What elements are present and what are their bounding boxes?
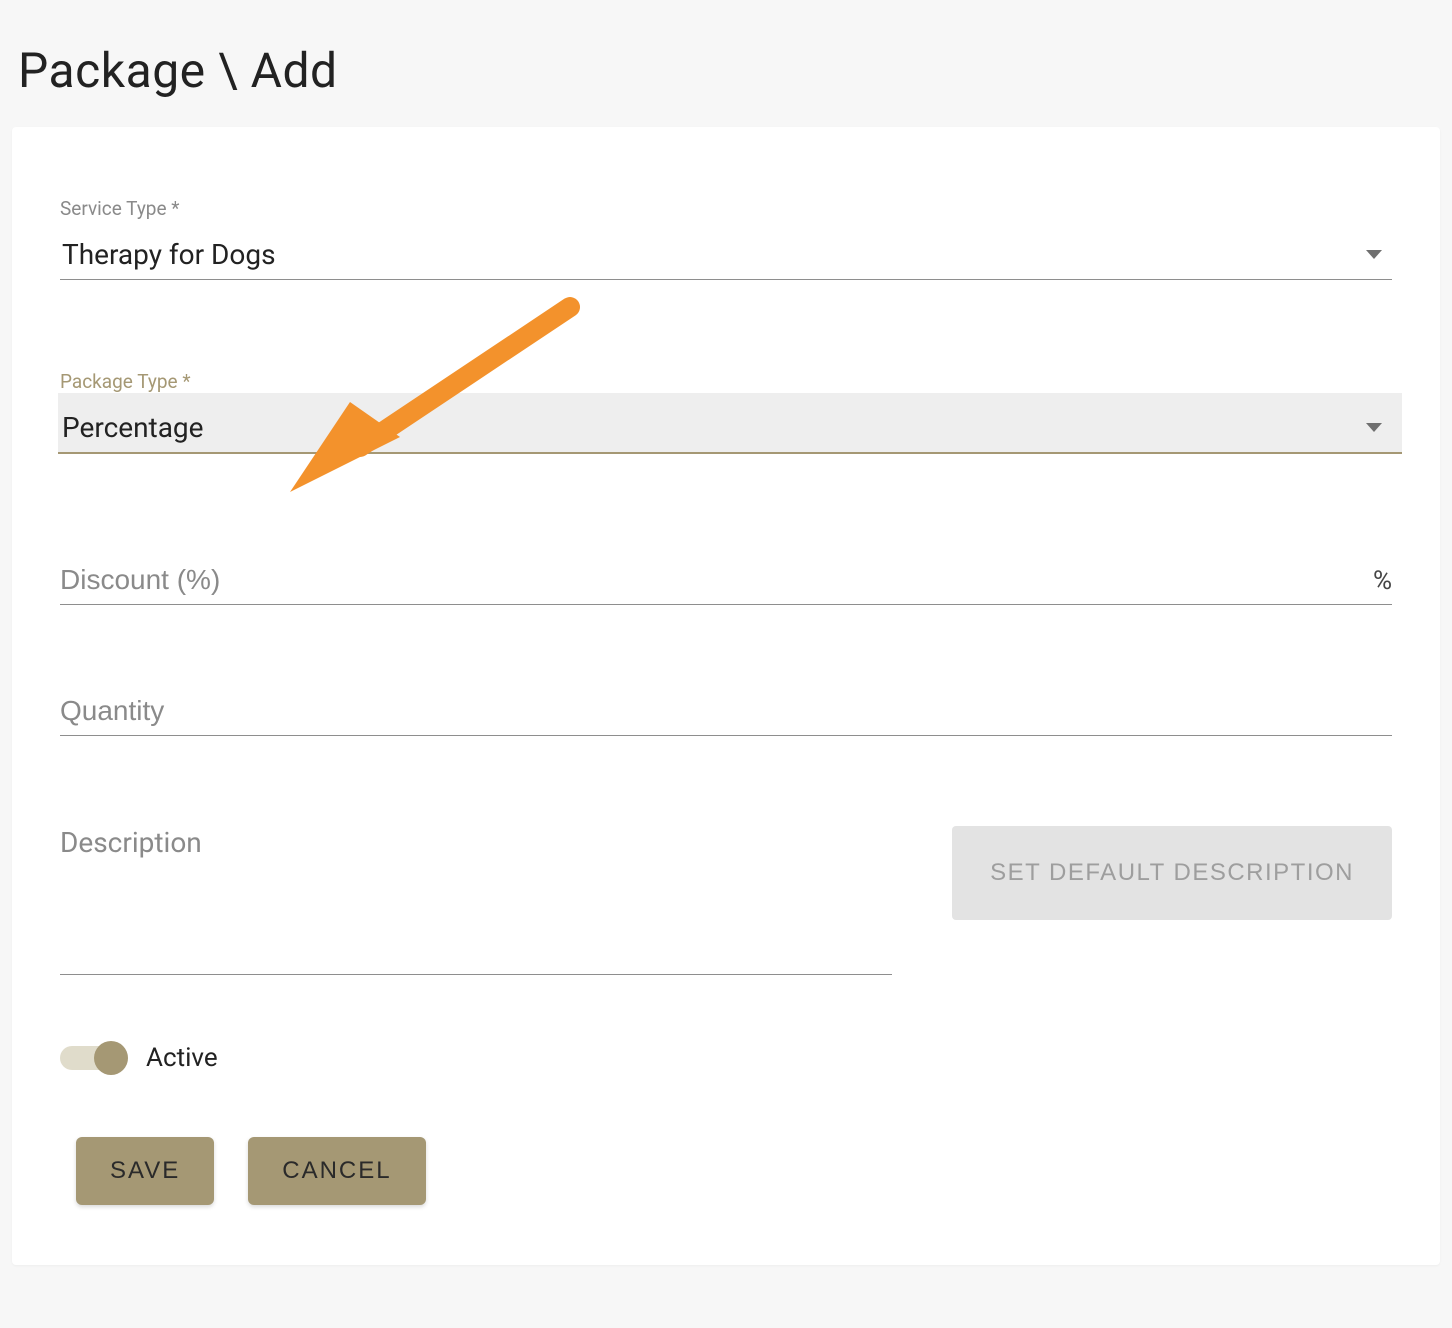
active-toggle[interactable] bbox=[60, 1046, 124, 1070]
discount-input[interactable] bbox=[60, 564, 1373, 596]
chevron-down-icon bbox=[1366, 423, 1382, 432]
service-type-label: Service Type * bbox=[60, 197, 1392, 220]
service-type-select[interactable]: Therapy for Dogs bbox=[60, 220, 1392, 280]
package-type-value: Percentage bbox=[60, 411, 204, 444]
toggle-knob-icon bbox=[94, 1041, 128, 1075]
chevron-down-icon bbox=[1366, 250, 1382, 259]
package-type-label: Package Type * bbox=[60, 370, 1392, 393]
save-button[interactable]: SAVE bbox=[76, 1137, 214, 1205]
description-label: Description bbox=[60, 826, 892, 974]
service-type-value: Therapy for Dogs bbox=[60, 238, 276, 271]
set-default-description-button[interactable]: SET DEFAULT DESCRIPTION bbox=[952, 826, 1392, 920]
service-type-field: Service Type * Therapy for Dogs bbox=[60, 197, 1392, 280]
form-button-row: SAVE CANCEL bbox=[76, 1137, 1392, 1205]
package-type-select[interactable]: Percentage bbox=[58, 393, 1402, 454]
description-row: Description SET DEFAULT DESCRIPTION bbox=[60, 826, 1392, 975]
cancel-button[interactable]: CANCEL bbox=[248, 1137, 425, 1205]
quantity-input[interactable] bbox=[60, 695, 1392, 727]
active-toggle-label: Active bbox=[146, 1043, 218, 1073]
quantity-field bbox=[60, 695, 1392, 736]
description-input[interactable] bbox=[60, 974, 892, 975]
discount-field: % bbox=[60, 564, 1392, 605]
discount-suffix: % bbox=[1373, 566, 1392, 596]
active-toggle-row: Active bbox=[60, 1043, 1392, 1073]
package-type-field: Package Type * Percentage bbox=[60, 370, 1392, 454]
page-title: Package \ Add bbox=[0, 0, 1452, 127]
form-card: Service Type * Therapy for Dogs Package … bbox=[12, 127, 1440, 1265]
